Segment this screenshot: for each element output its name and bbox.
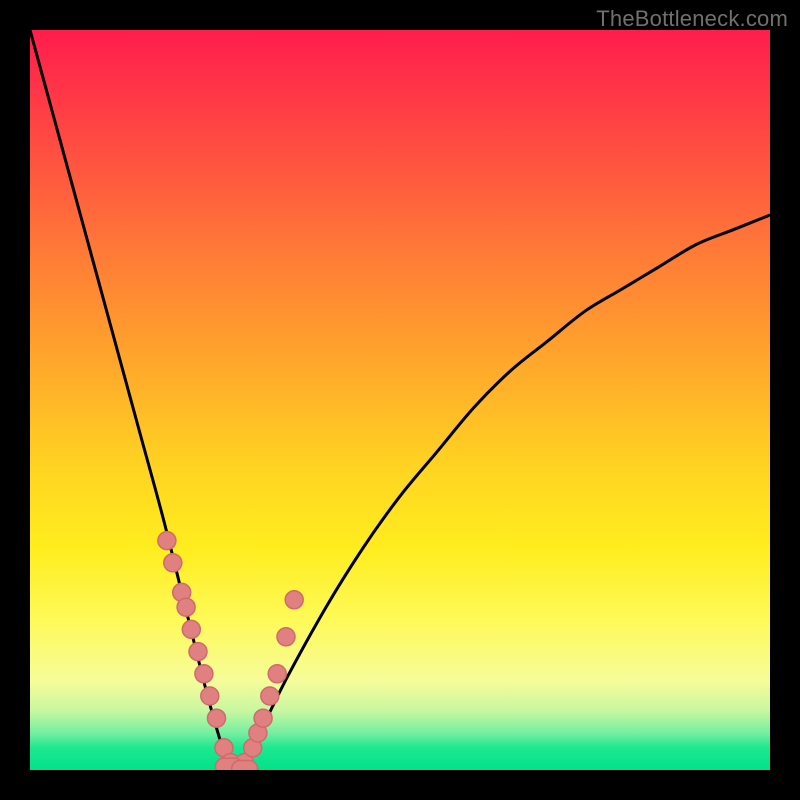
bottleneck-curve-path (30, 30, 770, 770)
curve-marker (201, 687, 219, 705)
chart-frame: TheBottleneck.com (0, 0, 800, 800)
curve-marker (158, 532, 176, 550)
curve-marker (277, 628, 295, 646)
curve-marker-pill (232, 761, 258, 771)
curve-marker (189, 643, 207, 661)
curve-marker (164, 554, 182, 572)
plot-area (30, 30, 770, 770)
marker-group (158, 532, 303, 770)
curve-marker (268, 665, 286, 683)
curve-marker (285, 591, 303, 609)
curve-marker (254, 709, 272, 727)
bottleneck-curve-svg (30, 30, 770, 770)
curve-marker (195, 665, 213, 683)
curve-marker (177, 598, 195, 616)
curve-marker (182, 620, 200, 638)
curve-marker (208, 709, 226, 727)
watermark-text: TheBottleneck.com (596, 6, 788, 32)
curve-marker (261, 687, 279, 705)
